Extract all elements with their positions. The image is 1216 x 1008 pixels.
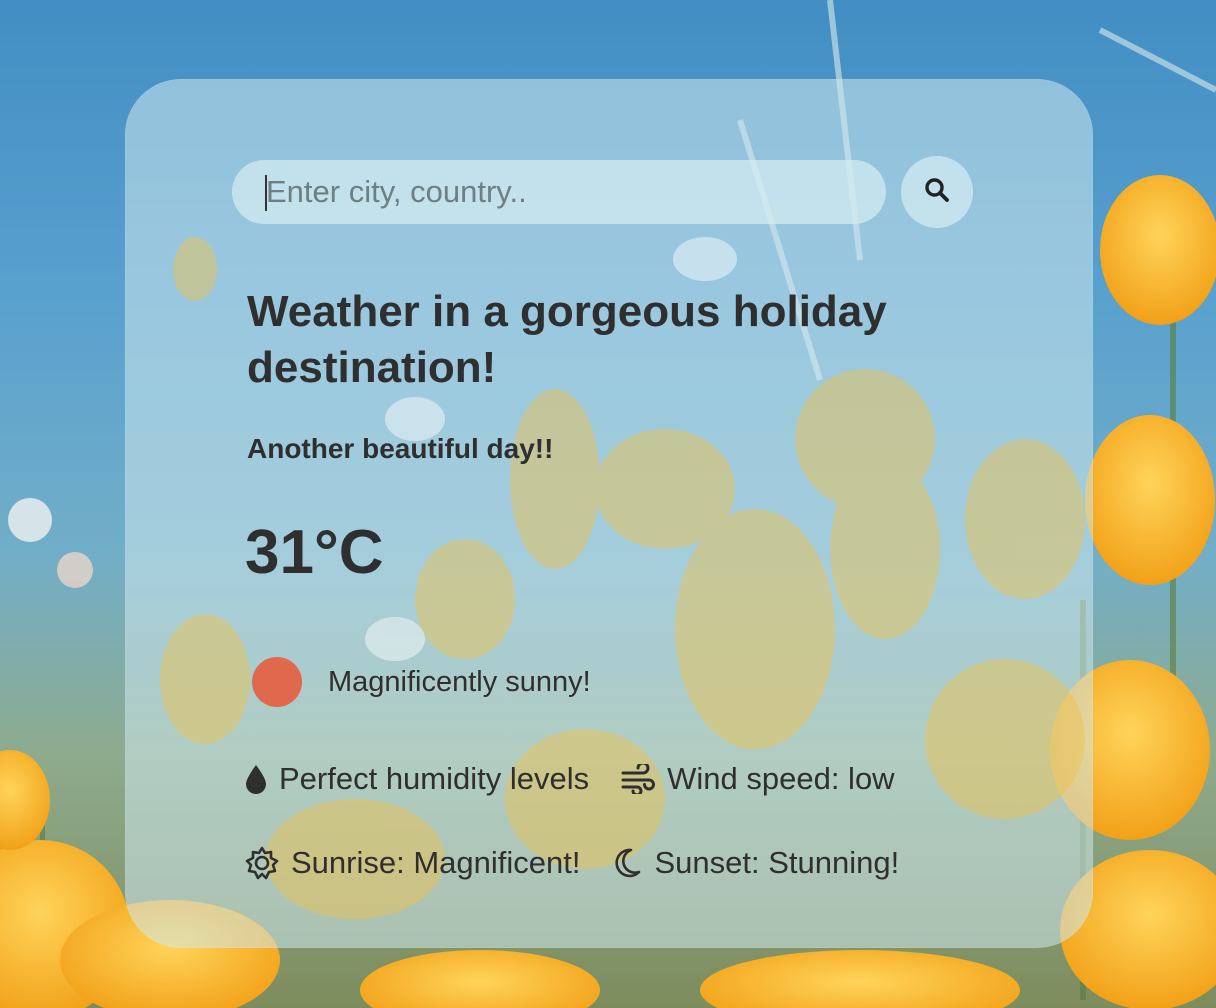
wind-item: Wind speed: low bbox=[621, 761, 895, 797]
humidity-wind-row: Perfect humidity levels Wind speed: low bbox=[245, 761, 895, 797]
sunrise-sunset-row: Sunrise: Magnificent! Sunset: Stunning! bbox=[245, 845, 899, 881]
sunset-item: Sunset: Stunning! bbox=[612, 845, 899, 881]
sun-icon bbox=[252, 657, 302, 707]
page-title: Weather in a gorgeous holiday destinatio… bbox=[247, 287, 887, 392]
condition-text: Magnificently sunny! bbox=[328, 665, 591, 698]
text-caret bbox=[265, 175, 267, 211]
temperature: 31°C bbox=[245, 518, 384, 587]
search-input[interactable] bbox=[232, 160, 886, 224]
droplet-icon bbox=[245, 764, 267, 794]
search-icon bbox=[923, 176, 951, 209]
sunrise-item: Sunrise: Magnificent! bbox=[245, 845, 580, 881]
sunset-text: Sunset: Stunning! bbox=[654, 845, 900, 880]
weather-subtitle: Another beautiful day!! bbox=[247, 433, 554, 464]
search-bar bbox=[232, 160, 886, 224]
sun-outline-icon bbox=[245, 846, 279, 880]
weather-card: Weather in a gorgeous holiday destinatio… bbox=[125, 79, 1093, 948]
humidity-item: Perfect humidity levels bbox=[245, 761, 589, 797]
condition-row: Magnificently sunny! bbox=[252, 657, 591, 707]
wind-icon bbox=[621, 764, 656, 794]
search-button[interactable] bbox=[901, 156, 973, 228]
wind-text: Wind speed: low bbox=[667, 761, 895, 796]
humidity-text: Perfect humidity levels bbox=[279, 761, 590, 796]
sunrise-text: Sunrise: Magnificent! bbox=[291, 845, 581, 880]
moon-icon bbox=[612, 847, 642, 879]
